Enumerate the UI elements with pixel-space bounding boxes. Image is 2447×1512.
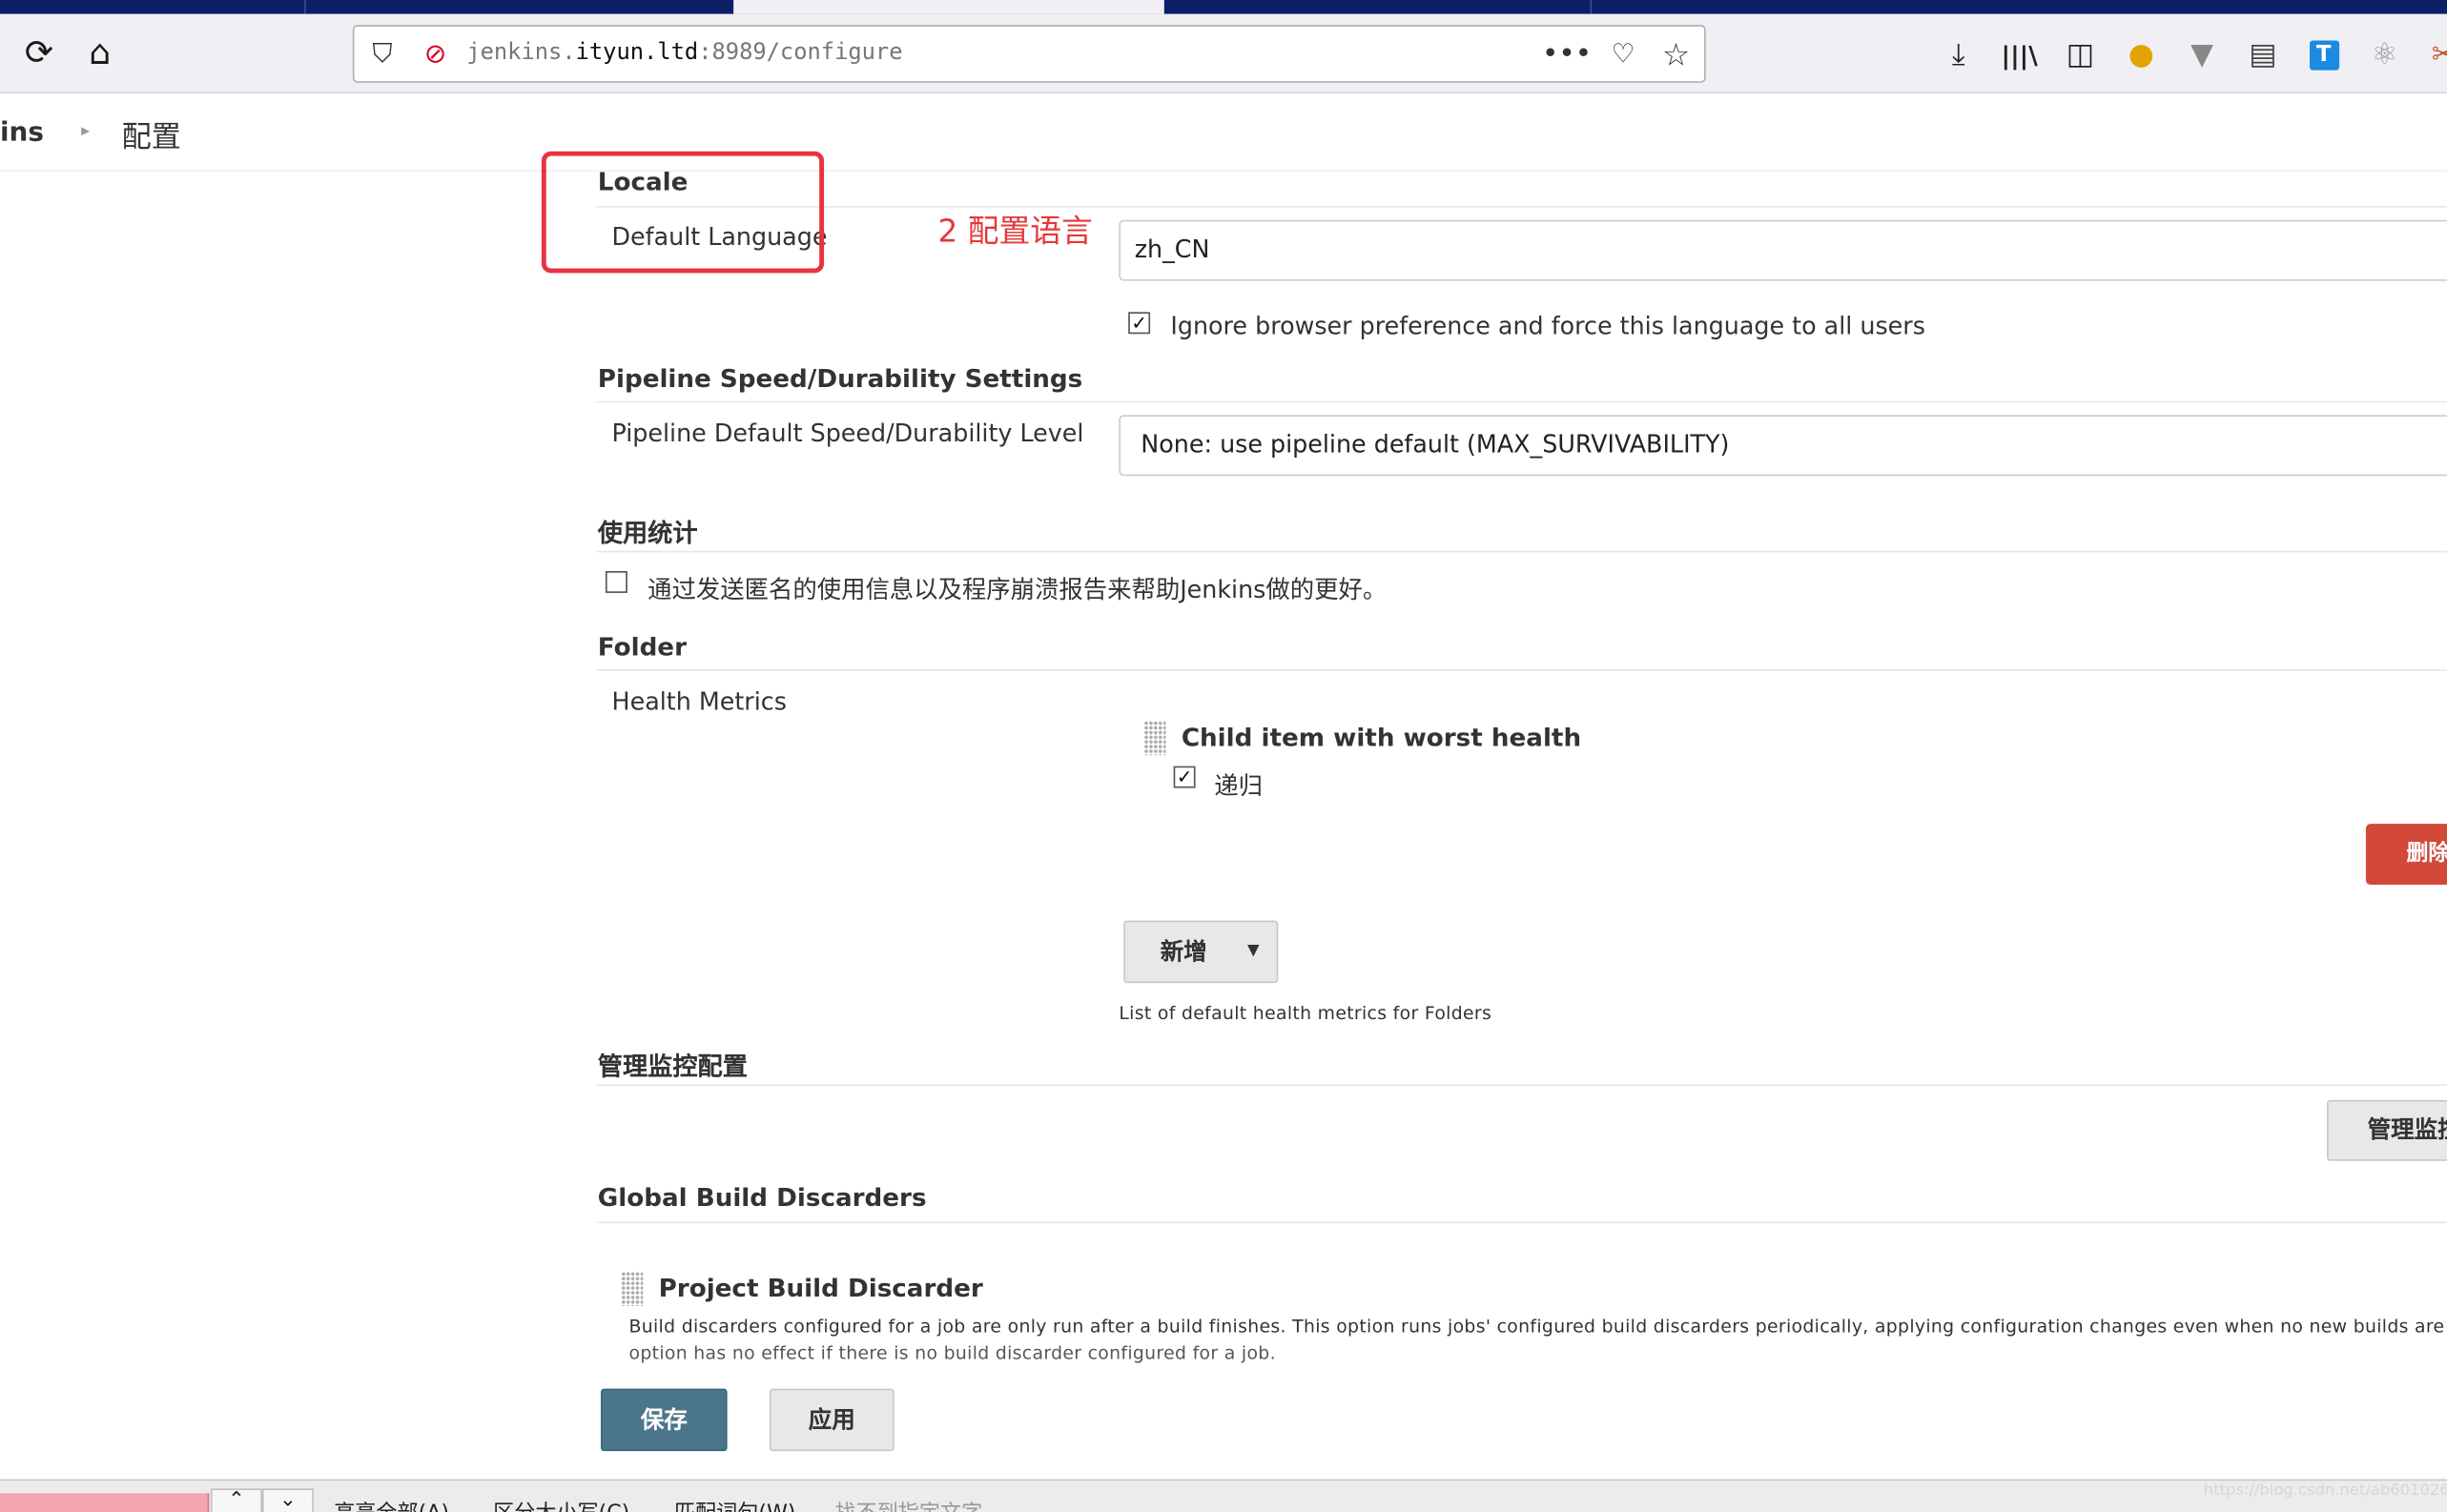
recursive-checkbox[interactable]: ✓ xyxy=(1173,766,1196,788)
pipeline-level-label: Pipeline Default Speed/Durability Level xyxy=(611,419,1084,448)
section-divider xyxy=(596,550,2447,553)
annotation-box xyxy=(541,151,825,274)
manage-monitors-button[interactable]: 管理监控 xyxy=(2327,1099,2447,1161)
tab-strip xyxy=(0,0,2447,14)
url-text[interactable]: jenkins.ityun.ltd:8989/configure xyxy=(466,27,902,81)
health-metrics-label: Health Metrics xyxy=(611,687,787,717)
add-metric-button[interactable]: 新增 ▼ xyxy=(1123,920,1279,984)
discarder-title: Project Build Discarder xyxy=(658,1273,983,1303)
shield-icon[interactable]: ⛉ xyxy=(363,27,401,81)
default-language-input[interactable]: zh_CN xyxy=(1119,219,2447,281)
discarder-description-2: option has no effect if there is no buil… xyxy=(628,1341,1276,1364)
find-bar: ⌃ ⌄ 高亮全部(A) 区分大小写(C) 匹配词句(W) 找不到指定文字 xyxy=(0,1479,2447,1512)
tab-separator xyxy=(1590,0,1593,14)
dropdown-caret-icon: ▼ xyxy=(1247,942,1260,960)
ignore-browser-label: Ignore browser preference and force this… xyxy=(1170,312,1925,340)
url-bar[interactable]: ⛉ ⊘ jenkins.ityun.ltd:8989/configure •••… xyxy=(352,25,1706,83)
balloon-icon[interactable]: ● xyxy=(2119,32,2163,76)
save-button[interactable]: 保存 xyxy=(601,1388,728,1452)
active-tab[interactable] xyxy=(733,0,1164,14)
health-metrics-help: List of default health metrics for Folde… xyxy=(1119,1001,1492,1024)
drag-handle-icon[interactable] xyxy=(621,1271,644,1306)
section-usage-title: 使用统计 xyxy=(597,518,698,548)
add-metric-label: 新增 xyxy=(1160,937,1207,967)
translate-icon[interactable]: T xyxy=(2302,32,2346,76)
breadcrumb-arrow-icon: ▸ xyxy=(81,120,91,141)
pipeline-level-select[interactable]: None: use pipeline default (MAX_SURVIVAB… xyxy=(1119,415,2447,477)
breadcrumb: ins ▸ 配置 xyxy=(0,93,2447,173)
react-icon[interactable]: ⚛ xyxy=(2363,32,2407,76)
find-input[interactable] xyxy=(0,1493,210,1512)
breadcrumb-current[interactable]: 配置 xyxy=(122,113,181,155)
breadcrumb-root[interactable]: ins xyxy=(0,117,44,149)
ellipsis-icon[interactable]: ••• xyxy=(1542,27,1592,81)
download-icon[interactable]: ⤓ xyxy=(1937,32,1981,76)
tab-separator xyxy=(304,0,306,14)
browser-toolbar: ⟳ ⌂ ⛉ ⊘ jenkins.ityun.ltd:8989/configure… xyxy=(0,13,2447,94)
ignore-browser-checkbox[interactable]: ✓ xyxy=(1128,312,1151,335)
drag-handle-icon[interactable] xyxy=(1143,721,1166,756)
star-icon[interactable]: ☆ xyxy=(1653,27,1699,81)
usage-stats-label: 通过发送匿名的使用信息以及程序崩溃报告来帮助Jenkins做的更好。 xyxy=(648,575,1388,604)
tool-icon[interactable]: ✂ xyxy=(2422,32,2447,76)
section-divider xyxy=(596,1221,2447,1224)
whole-words-option[interactable]: 匹配词句(W) xyxy=(674,1495,795,1512)
library-icon[interactable]: |||\ xyxy=(1998,32,2042,76)
find-next-icon[interactable]: ⌄ xyxy=(261,1488,314,1512)
sidebar-icon[interactable]: ◫ xyxy=(2059,32,2103,76)
recursive-label: 递归 xyxy=(1214,772,1263,801)
reload-icon[interactable]: ⟳ xyxy=(15,30,62,76)
section-divider xyxy=(596,1084,2447,1087)
find-previous-icon[interactable]: ⌃ xyxy=(210,1488,262,1512)
section-divider xyxy=(596,400,2447,403)
home-icon[interactable]: ⌂ xyxy=(76,30,123,76)
match-case-option[interactable]: 区分大小写(C) xyxy=(493,1495,629,1512)
section-pipeline-title: Pipeline Speed/Durability Settings xyxy=(597,363,1083,394)
vue-icon[interactable]: ▼ xyxy=(2180,32,2224,76)
reader-icon[interactable]: ▤ xyxy=(2241,32,2285,76)
pocket-icon[interactable]: ♡ xyxy=(1599,27,1646,81)
insecure-lock-icon[interactable]: ⊘ xyxy=(417,27,454,81)
highlight-all-option[interactable]: 高亮全部(A) xyxy=(334,1495,449,1512)
annotation-text: 2 配置语言 xyxy=(937,212,1093,250)
delete-metric-button[interactable]: 删除 xyxy=(2365,824,2447,886)
section-folder-title: Folder xyxy=(597,631,687,662)
section-discarders-title: Global Build Discarders xyxy=(597,1182,927,1213)
find-status: 找不到指定文字 xyxy=(835,1495,983,1512)
section-monitor-title: 管理监控配置 xyxy=(597,1052,748,1082)
watermark: https://blog.csdn.net/ab601026460 xyxy=(2203,1481,2447,1500)
usage-stats-checkbox[interactable] xyxy=(605,571,627,593)
section-divider xyxy=(596,206,2447,208)
discarder-description-1: Build discarders configured for a job ar… xyxy=(628,1315,2447,1338)
section-divider xyxy=(596,669,2447,671)
page: ⟳ ⌂ ⛉ ⊘ jenkins.ityun.ltd:8989/configure… xyxy=(0,0,2447,1512)
metric-title: Child item with worst health xyxy=(1181,722,1582,752)
apply-button[interactable]: 应用 xyxy=(769,1388,894,1452)
